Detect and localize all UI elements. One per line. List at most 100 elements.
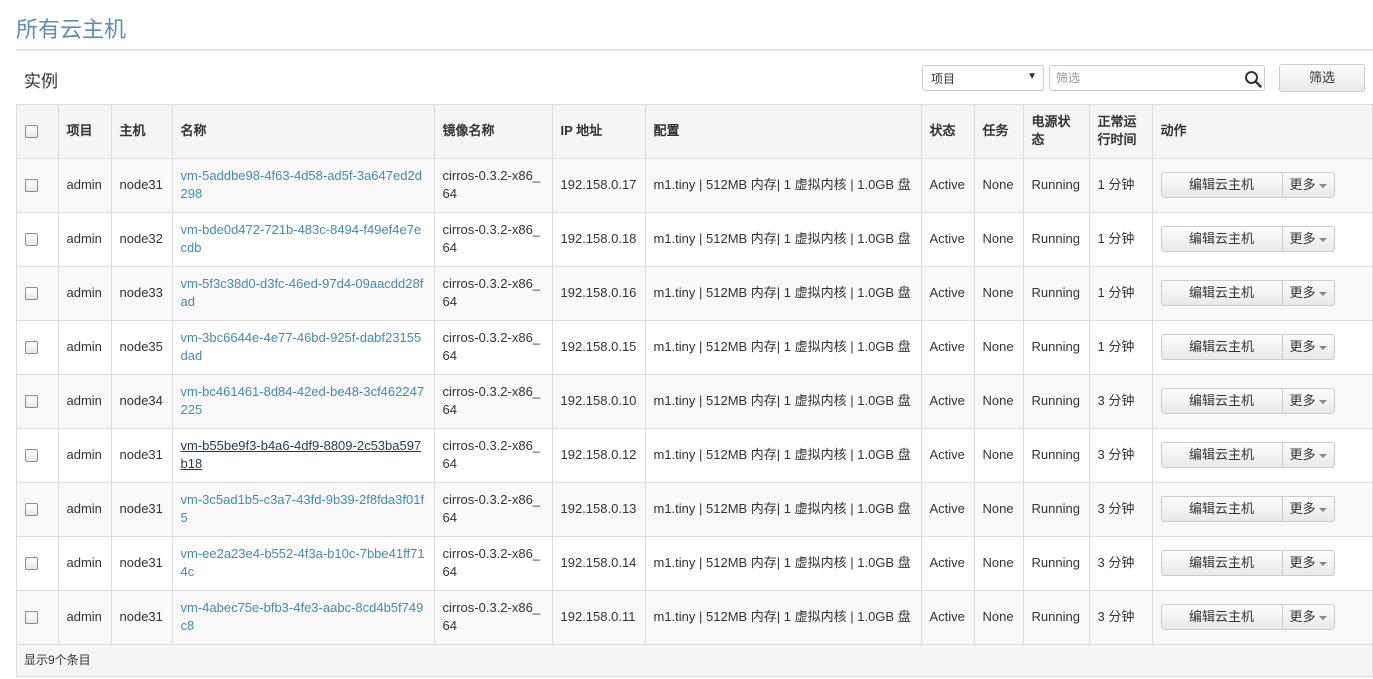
cell-ip: 192.158.0.12: [552, 428, 646, 483]
edit-instance-button[interactable]: 编辑云主机: [1160, 442, 1283, 468]
row-action-group: 编辑云主机 更多: [1160, 388, 1365, 414]
chevron-down-icon: [1318, 453, 1327, 458]
chevron-down-icon: [1318, 399, 1327, 404]
table-body: admin node31 vm-5addbe98-4f63-4d58-ad5f-3a…: [17, 158, 1372, 645]
row-select-cell[interactable]: [17, 266, 59, 321]
cell-ip: 192.158.0.13: [552, 482, 646, 537]
cell-project: admin: [58, 266, 112, 321]
cell-power: Running: [1023, 482, 1090, 537]
row-select-cell[interactable]: [17, 212, 59, 267]
cell-host: node35: [111, 320, 173, 375]
header-uptime[interactable]: 正常运行时间: [1089, 105, 1153, 159]
instance-name-link[interactable]: vm-4abec75e-bfb3-4fe3-aabc-8cd4b5f749c8: [181, 600, 424, 633]
cell-image: cirros-0.3.2-x86_64: [434, 482, 553, 537]
cell-actions: 编辑云主机 更多: [1152, 482, 1372, 537]
header-task[interactable]: 任务: [974, 105, 1024, 159]
edit-instance-button[interactable]: 编辑云主机: [1160, 604, 1283, 630]
header-host[interactable]: 主机: [111, 105, 173, 159]
edit-instance-button[interactable]: 编辑云主机: [1160, 280, 1283, 306]
row-checkbox[interactable]: [25, 179, 38, 193]
cell-image: cirros-0.3.2-x86_64: [434, 320, 553, 375]
chevron-down-icon: [1318, 291, 1327, 296]
more-actions-button[interactable]: 更多: [1282, 604, 1335, 630]
cell-name: vm-5addbe98-4f63-4d58-ad5f-3a647ed2d298: [172, 158, 435, 213]
edit-instance-button[interactable]: 编辑云主机: [1160, 226, 1283, 252]
header-ip[interactable]: IP 地址: [552, 105, 646, 159]
row-select-cell[interactable]: [17, 482, 59, 537]
header-project[interactable]: 项目: [58, 105, 112, 159]
row-select-cell[interactable]: [17, 590, 59, 645]
row-checkbox[interactable]: [25, 557, 38, 571]
row-select-cell[interactable]: [17, 428, 59, 483]
header-flavor[interactable]: 配置: [645, 105, 922, 159]
row-select-cell[interactable]: [17, 536, 59, 591]
edit-instance-button[interactable]: 编辑云主机: [1160, 334, 1283, 360]
edit-instance-button[interactable]: 编辑云主机: [1160, 550, 1283, 576]
instance-name-link[interactable]: vm-bde0d472-721b-483c-8494-f49ef4e7ecdb: [181, 222, 422, 255]
cell-image: cirros-0.3.2-x86_64: [434, 428, 553, 483]
instance-name-link[interactable]: vm-5f3c38d0-d3fc-46ed-97d4-09aacdd28fad: [181, 276, 424, 309]
row-checkbox[interactable]: [25, 503, 38, 517]
filter-field-select[interactable]: 项目 ▼: [922, 65, 1044, 91]
instance-name-link[interactable]: vm-bc461461-8d84-42ed-be48-3cf462247225: [181, 384, 425, 417]
header-select-all[interactable]: [17, 105, 59, 159]
cell-power: Running: [1023, 536, 1090, 591]
instance-name-link[interactable]: vm-3bc6644e-4e77-46bd-925f-dabf23155dad: [181, 330, 422, 363]
table-row: admin node35 vm-3bc6644e-4e77-46bd-925f-da…: [17, 320, 1372, 375]
header-status[interactable]: 状态: [921, 105, 975, 159]
row-checkbox[interactable]: [25, 449, 38, 463]
instances-table: 项目 主机 名称 镜像名称 IP 地址 配置 状态 任务 电源状态 正常运行时间…: [16, 104, 1373, 677]
filter-button[interactable]: 筛选: [1279, 64, 1365, 92]
table-header-row: 项目 主机 名称 镜像名称 IP 地址 配置 状态 任务 电源状态 正常运行时间…: [17, 105, 1372, 159]
header-power[interactable]: 电源状态: [1023, 105, 1090, 159]
more-actions-button[interactable]: 更多: [1282, 496, 1335, 522]
cell-power: Running: [1023, 320, 1090, 375]
row-checkbox[interactable]: [25, 233, 38, 247]
more-actions-button[interactable]: 更多: [1282, 280, 1335, 306]
instance-name-link[interactable]: vm-5addbe98-4f63-4d58-ad5f-3a647ed2d298: [181, 168, 422, 201]
search-icon[interactable]: [1244, 70, 1262, 88]
edit-instance-button[interactable]: 编辑云主机: [1160, 496, 1283, 522]
select-all-checkbox[interactable]: [25, 125, 38, 139]
cell-project: admin: [58, 212, 112, 267]
cell-power: Running: [1023, 212, 1090, 267]
cell-ip: 192.158.0.18: [552, 212, 646, 267]
more-label: 更多: [1289, 609, 1316, 624]
cell-task: None: [974, 482, 1024, 537]
chevron-down-icon: [1318, 345, 1327, 350]
edit-instance-button[interactable]: 编辑云主机: [1160, 172, 1283, 198]
row-checkbox[interactable]: [25, 395, 38, 409]
instance-name-link[interactable]: vm-b55be9f3-b4a6-4df9-8809-2c53ba597b18: [181, 438, 422, 471]
cell-uptime: 3 分钟: [1089, 428, 1153, 483]
instance-name-link[interactable]: vm-3c5ad1b5-c3a7-43fd-9b39-2f8fda3f01f5: [181, 492, 425, 525]
cell-task: None: [974, 374, 1024, 429]
row-checkbox[interactable]: [25, 341, 38, 355]
cell-ip: 192.158.0.10: [552, 374, 646, 429]
more-actions-button[interactable]: 更多: [1282, 442, 1335, 468]
row-select-cell[interactable]: [17, 320, 59, 375]
cell-actions: 编辑云主机 更多: [1152, 590, 1372, 645]
row-select-cell[interactable]: [17, 158, 59, 213]
row-select-cell[interactable]: [17, 374, 59, 429]
header-actions: 动作: [1152, 105, 1372, 159]
table-row: admin node32 vm-bde0d472-721b-483c-8494-f4…: [17, 212, 1372, 267]
cell-ip: 192.158.0.14: [552, 536, 646, 591]
header-name[interactable]: 名称: [172, 105, 435, 159]
instance-name-link[interactable]: vm-ee2a23e4-b552-4f3a-b10c-7bbe41ff714c: [181, 546, 425, 579]
header-image[interactable]: 镜像名称: [434, 105, 553, 159]
row-checkbox[interactable]: [25, 611, 38, 625]
cell-flavor: m1.tiny | 512MB 内存| 1 虚拟内核 | 1.0GB 盘: [645, 266, 922, 321]
cell-name: vm-bc461461-8d84-42ed-be48-3cf462247225: [172, 374, 435, 429]
more-actions-button[interactable]: 更多: [1282, 334, 1335, 360]
edit-instance-button[interactable]: 编辑云主机: [1160, 388, 1283, 414]
row-checkbox[interactable]: [25, 287, 38, 301]
page-title: 所有云主机: [16, 17, 127, 42]
more-actions-button[interactable]: 更多: [1282, 172, 1335, 198]
cell-actions: 编辑云主机 更多: [1152, 266, 1372, 321]
more-actions-button[interactable]: 更多: [1282, 388, 1335, 414]
more-actions-button[interactable]: 更多: [1282, 550, 1335, 576]
cell-flavor: m1.tiny | 512MB 内存| 1 虚拟内核 | 1.0GB 盘: [645, 374, 922, 429]
filter-input[interactable]: [1049, 65, 1265, 91]
cell-name: vm-b55be9f3-b4a6-4df9-8809-2c53ba597b18: [172, 428, 435, 483]
more-actions-button[interactable]: 更多: [1282, 226, 1335, 252]
